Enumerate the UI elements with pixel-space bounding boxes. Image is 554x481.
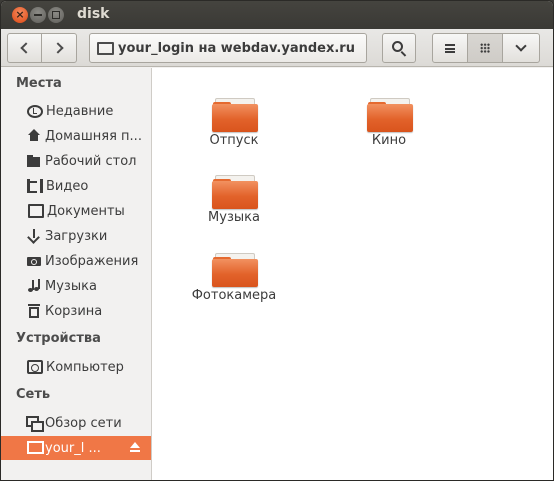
film-icon — [27, 179, 43, 193]
computer-icon — [27, 360, 43, 374]
minimize-window-button[interactable] — [30, 7, 46, 23]
sidebar-item-label: Документы — [47, 203, 125, 219]
folder-icon — [367, 94, 413, 134]
view-buttons — [432, 33, 540, 63]
close-window-button[interactable]: × — [12, 7, 28, 23]
network-drive-icon — [26, 440, 44, 456]
sidebar-section-devices: Устройства — [16, 331, 101, 346]
music-icon — [26, 278, 42, 294]
document-icon — [28, 204, 44, 218]
sidebar-item-browse-network[interactable]: Обзор сети — [1, 411, 151, 435]
sidebar: Места Недавние Домашняя п... Рабочий сто… — [1, 68, 152, 480]
forward-button[interactable] — [41, 33, 77, 63]
folder-label: Фотокамера — [191, 288, 277, 303]
sidebar-item-pictures[interactable]: Изображения — [1, 249, 151, 273]
toolbar: your_login на webdav.yandex.ru — [1, 29, 553, 67]
search-icon — [392, 41, 403, 52]
location-path: your_login на webdav.yandex.ru — [118, 40, 355, 56]
folder-item[interactable]: Музыка — [174, 159, 294, 225]
view-menu-button[interactable] — [502, 33, 540, 63]
window-title: disk — [77, 6, 110, 22]
folder-label: Музыка — [208, 210, 260, 225]
sidebar-item-label: Недавние — [46, 103, 114, 119]
grid-view-button[interactable] — [467, 33, 503, 63]
folder-icon — [212, 171, 258, 211]
folder-item[interactable]: Отпуск — [174, 82, 294, 148]
download-icon — [26, 228, 42, 244]
sidebar-item-computer[interactable]: Компьютер — [1, 355, 151, 379]
sidebar-item-label: Видео — [46, 178, 89, 194]
sidebar-item-label: Изображения — [45, 253, 139, 269]
home-icon — [26, 128, 42, 144]
location-bar[interactable]: your_login на webdav.yandex.ru — [89, 33, 367, 63]
maximize-window-button[interactable] — [48, 7, 64, 23]
folder-icon — [212, 94, 258, 134]
folder-icon — [212, 249, 258, 289]
back-button[interactable] — [7, 33, 42, 63]
sidebar-section-network: Сеть — [16, 387, 51, 402]
sidebar-item-trash[interactable]: Корзина — [1, 299, 151, 323]
sidebar-item-documents[interactable]: Документы — [1, 199, 151, 223]
sidebar-item-label: Домашняя п... — [45, 128, 142, 144]
sidebar-item-label: Корзина — [45, 303, 103, 319]
folder-label: Отпуск — [209, 133, 259, 148]
sidebar-item-home[interactable]: Домашняя п... — [1, 124, 151, 148]
folder-item[interactable]: Фотокамера — [174, 237, 294, 303]
sidebar-item-downloads[interactable]: Загрузки — [1, 224, 151, 248]
folder-label: Кино — [371, 133, 407, 148]
sidebar-item-recent[interactable]: Недавние — [1, 99, 151, 123]
search-button[interactable] — [382, 33, 416, 63]
sidebar-item-label: Обзор сети — [45, 415, 122, 431]
list-icon — [445, 43, 455, 53]
chevron-right-icon — [51, 42, 64, 54]
sidebar-item-videos[interactable]: Видео — [1, 174, 151, 198]
sidebar-section-places: Места — [16, 76, 62, 91]
clock-icon — [27, 104, 43, 118]
title-bar: × disk — [1, 1, 553, 29]
folder-item[interactable]: Кино — [329, 82, 449, 148]
navigation-buttons — [7, 33, 77, 63]
grid-icon — [480, 43, 490, 53]
network-drive-icon — [96, 41, 114, 55]
file-view: Отпуск Кино Музыка Фотокамера — [152, 68, 553, 480]
folder-icon — [26, 153, 42, 169]
camera-icon — [26, 253, 42, 269]
sidebar-item-label: Рабочий стол — [45, 153, 137, 169]
sidebar-item-music[interactable]: Музыка — [1, 274, 151, 298]
file-manager-window: × disk your_login на webdav.yandex.ru Ме… — [0, 0, 554, 481]
sidebar-item-webdav-drive[interactable]: your_l ... — [1, 436, 151, 460]
sidebar-item-label: your_l ... — [45, 440, 101, 456]
list-view-button[interactable] — [432, 33, 468, 63]
sidebar-item-label: Музыка — [45, 278, 97, 294]
trash-icon — [26, 303, 42, 319]
chevron-left-icon — [20, 42, 32, 54]
network-icon — [26, 415, 44, 432]
chevron-down-icon — [515, 40, 527, 52]
eject-icon[interactable] — [129, 442, 141, 454]
sidebar-item-desktop[interactable]: Рабочий стол — [1, 149, 151, 173]
sidebar-item-label: Загрузки — [45, 228, 108, 244]
sidebar-item-label: Компьютер — [46, 359, 124, 375]
